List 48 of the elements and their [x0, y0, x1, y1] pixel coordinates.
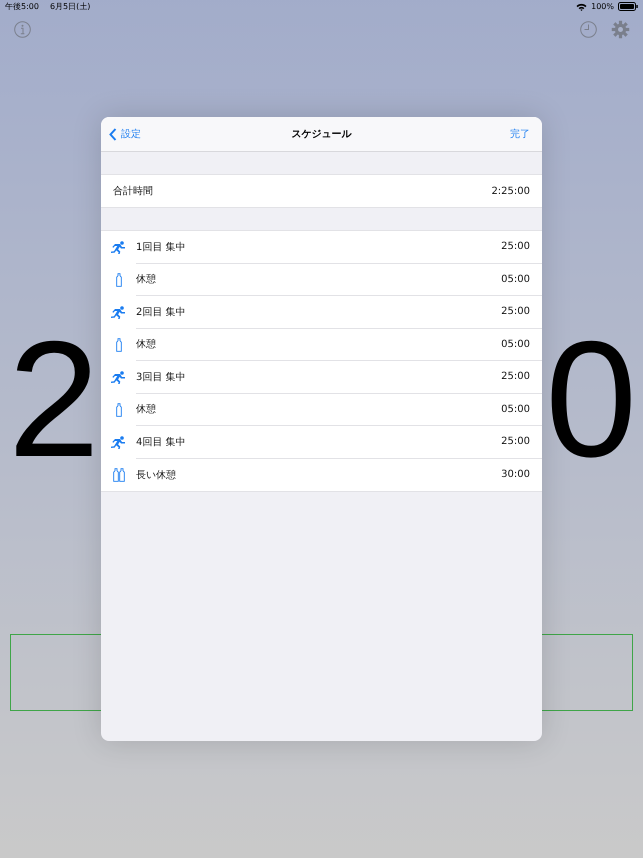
row-time: 25:00 — [501, 371, 530, 382]
clock-icon[interactable] — [580, 21, 597, 38]
row-time: 30:00 — [501, 469, 530, 480]
runner-icon — [111, 436, 126, 449]
bottle-icon — [116, 272, 122, 287]
row-time: 05:00 — [501, 404, 530, 415]
info-icon[interactable] — [14, 21, 31, 38]
schedule-row[interactable]: 休憩 05:00 — [101, 328, 542, 361]
schedule-row[interactable]: 4回目 集中 25:00 — [101, 426, 542, 458]
row-label: 休憩 — [136, 272, 156, 286]
row-time: 25:00 — [501, 436, 530, 448]
row-label: 休憩 — [136, 402, 156, 416]
row-time: 05:00 — [501, 274, 530, 285]
row-label: 休憩 — [136, 338, 156, 352]
schedule-row[interactable]: 3回目 集中 25:00 — [101, 361, 542, 394]
runner-icon — [111, 240, 126, 254]
timer-digit: 0 — [545, 314, 637, 484]
wifi-icon — [576, 2, 588, 10]
row-label: 4回目 集中 — [136, 436, 186, 449]
schedule-row[interactable]: 1回目 集中 25:00 — [101, 231, 542, 264]
settings-icon[interactable] — [611, 20, 630, 39]
schedule-row[interactable]: 休憩 05:00 — [101, 394, 542, 426]
bottle-icon — [116, 402, 122, 417]
two-bottles-icon — [112, 468, 124, 482]
row-time: 25:00 — [501, 306, 530, 318]
runner-icon — [111, 306, 126, 319]
timer-digit: 2 — [8, 314, 100, 484]
status-date: 6月5日(土) — [50, 1, 90, 12]
done-button[interactable]: 完了 — [510, 127, 530, 141]
total-value: 2:25:00 — [491, 186, 530, 196]
schedule-row[interactable]: 休憩 05:00 — [101, 264, 542, 296]
row-label: 長い休憩 — [136, 468, 176, 482]
chevron-left-icon — [109, 128, 117, 140]
schedule-row[interactable]: 長い休憩 30:00 — [101, 458, 542, 491]
row-time: 05:00 — [501, 338, 530, 350]
row-time: 25:00 — [501, 241, 530, 252]
total-label: 合計時間 — [113, 184, 153, 198]
schedule-row[interactable]: 2回目 集中 25:00 — [101, 296, 542, 328]
sheet-title: スケジュール — [292, 128, 352, 141]
status-time: 午後5:00 — [5, 1, 39, 12]
row-label: 1回目 集中 — [136, 240, 186, 254]
bottle-icon — [116, 338, 122, 352]
battery-percent: 100% — [591, 2, 614, 11]
back-button[interactable]: 設定 — [109, 127, 141, 141]
row-label: 2回目 集中 — [136, 306, 186, 319]
row-label: 3回目 集中 — [136, 370, 186, 384]
runner-icon — [111, 370, 126, 384]
battery-icon — [618, 2, 638, 11]
